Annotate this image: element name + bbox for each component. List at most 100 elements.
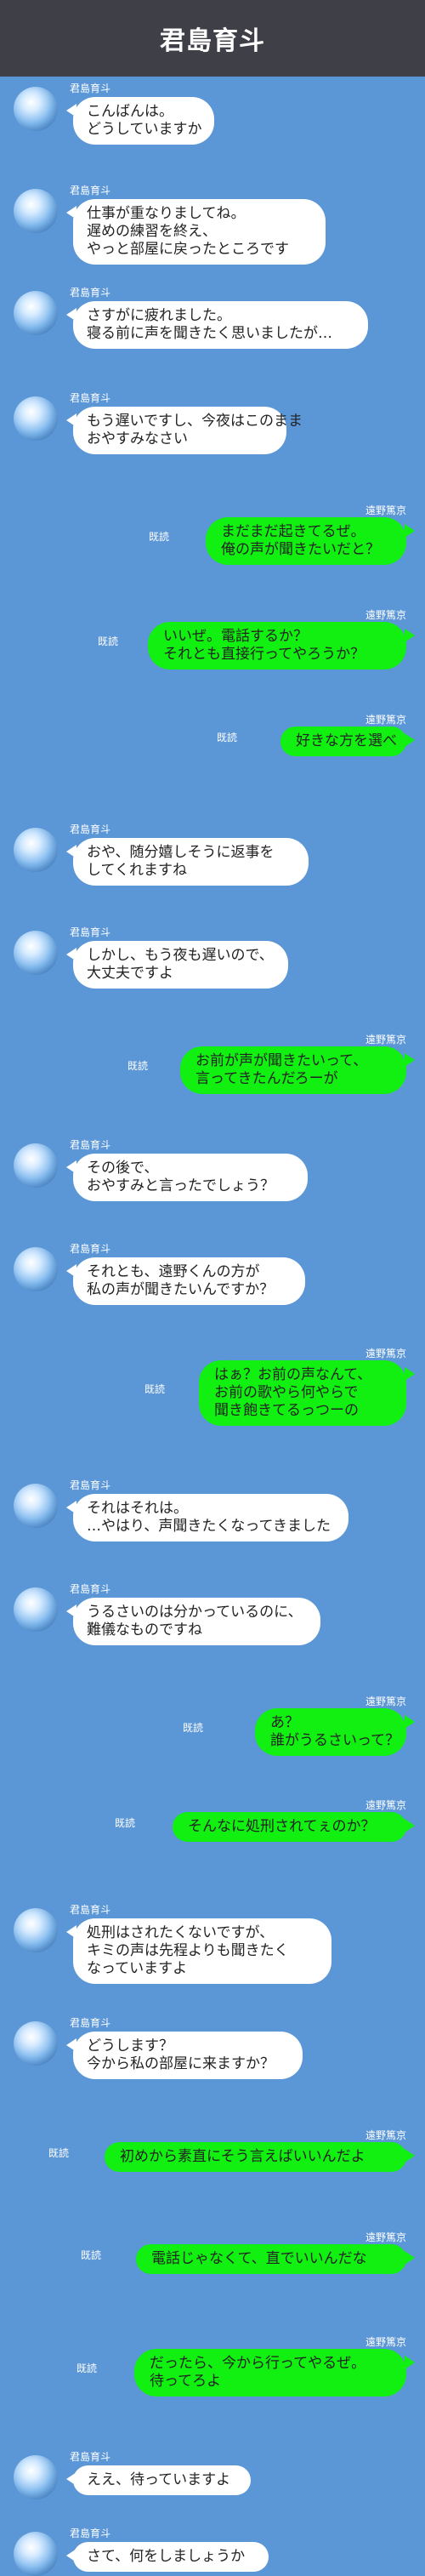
- read-receipt: 既読: [115, 1817, 136, 1829]
- message-bubble[interactable]: どうします？ 今から私の部屋に来ますか？: [66, 2032, 303, 2079]
- message-outgoing: 遠野篤京 いいぜ。電話するか？ それとも直接行ってやろうか？ 既読: [0, 603, 425, 673]
- message-bubble[interactable]: さて、何をしましょうか: [66, 2542, 269, 2572]
- read-receipt: 既読: [128, 1060, 149, 1072]
- message-bubble[interactable]: それとも、遠野くんの方が 私の声が聞きたいんですか？: [66, 1257, 305, 1305]
- read-receipt: 既読: [81, 2249, 102, 2261]
- message-incoming: 君島育斗それはそれは。 …やはり、声聞きたくなってきました: [0, 1475, 425, 1545]
- sender-name: 君島育斗: [70, 392, 111, 404]
- message-incoming: 君島育斗処刑はされたくないですが、 キミの声は先程よりも聞きたく なっていますよ: [0, 1900, 425, 1987]
- message-bubble[interactable]: ええ、待っていますよ: [66, 2465, 251, 2495]
- avatar[interactable]: [14, 189, 58, 233]
- message-incoming: 君島育斗仕事が重なりましてね。 遅めの練習を終え、 やっと部屋に戻ったところです: [0, 180, 425, 268]
- sender-name: 遠野篤京: [365, 2129, 406, 2141]
- sender-name: 君島育斗: [70, 2451, 111, 2463]
- avatar[interactable]: [14, 2021, 58, 2066]
- sender-name: 君島育斗: [70, 1139, 111, 1151]
- message-incoming: 君島育斗さて、何をしましょうか: [0, 2523, 425, 2576]
- message-incoming: 君島育斗うるさいのは分かっているのに、 難儀なものですね: [0, 1579, 425, 1649]
- sender-name: 君島育斗: [70, 2528, 111, 2539]
- message-bubble[interactable]: 処刑はされたくないですが、 キミの声は先程よりも聞きたく なっていますよ: [66, 1918, 332, 1984]
- read-receipt: 既読: [98, 635, 119, 647]
- avatar[interactable]: [14, 1247, 58, 1291]
- sender-name: 君島育斗: [70, 1904, 111, 1916]
- message-incoming: 君島育斗こんばんは。 どうしていますか: [0, 78, 425, 148]
- message-outgoing: 遠野篤京 まだまだ起きてるぜ。 俺の声が聞きたいだと？ 既読: [0, 499, 425, 568]
- sender-name: 遠野篤京: [365, 2231, 406, 2243]
- sender-name: 君島育斗: [70, 1243, 111, 1255]
- message-incoming: 君島育斗ええ、待っていますよ: [0, 2447, 425, 2499]
- chat-screen: 君島育斗 君島育斗 こんばんは。 どうしていますか 君島育斗 仕事が重なりましてね。 …: [0, 0, 425, 2576]
- sender-name: 君島育斗: [70, 1583, 111, 1595]
- avatar[interactable]: [14, 291, 58, 335]
- avatar[interactable]: [14, 1587, 58, 1632]
- read-receipt: 既読: [48, 2147, 70, 2159]
- message-bubble[interactable]: そんなに処刑されてぇのか？: [173, 1812, 415, 1842]
- message-outgoing: 遠野篤京 あ？ 誰がうるさいって？ 既読: [0, 1690, 425, 1759]
- message-outgoing: 遠野篤京 初めから素直にそう言えばいいんだよ 既読: [0, 2123, 425, 2175]
- sender-name: 君島育斗: [70, 824, 111, 835]
- sender-name: 君島育斗: [70, 926, 111, 938]
- chat-header: 君島育斗: [0, 0, 425, 77]
- chat-title: 君島育斗: [160, 26, 265, 56]
- message-bubble[interactable]: あ？ 誰がうるさいって？: [255, 1708, 415, 1756]
- message-list[interactable]: 君島育斗 こんばんは。 どうしていますか 君島育斗 仕事が重なりましてね。 遅めの練習…: [0, 77, 425, 2576]
- sender-name: 遠野篤京: [365, 1695, 406, 1707]
- message-incoming: 君島育斗どうします？ 今から私の部屋に来ますか？: [0, 2013, 425, 2083]
- read-receipt: 既読: [217, 732, 238, 744]
- message-bubble[interactable]: いいぜ。電話するか？ それとも直接行ってやろうか？: [148, 622, 415, 670]
- read-receipt: 既読: [149, 531, 170, 543]
- sender-name: 君島育斗: [70, 287, 111, 299]
- message-incoming: 君島育斗しかし、もう夜も遅いので、 大丈夫ですよ: [0, 922, 425, 992]
- message-bubble[interactable]: しかし、もう夜も遅いので、 大丈夫ですよ: [66, 941, 288, 989]
- avatar[interactable]: [14, 931, 58, 975]
- read-receipt: 既読: [76, 2362, 98, 2374]
- message-outgoing: 遠野篤京 そんなに処刑されてぇのか？ 既読: [0, 1793, 425, 1845]
- message-bubble[interactable]: その後で、 おやすみと言ったでしょう？: [66, 1154, 308, 1201]
- sender-name: 遠野篤京: [365, 504, 406, 516]
- message-incoming: 君島育斗もう遅いですし、今夜はこのまま おやすみなさい: [0, 388, 425, 458]
- avatar[interactable]: [14, 1908, 58, 1952]
- message-outgoing: 遠野篤京 はぁ？お前の声なんて、 お前の歌やら何やらで 聞き飽きてるっつーの 既読: [0, 1342, 425, 1429]
- message-bubble[interactable]: お前が声が聞きたいって、 言ってきたんだろーが: [180, 1046, 415, 1094]
- sender-name: 遠野篤京: [365, 1034, 406, 1046]
- message-bubble[interactable]: もう遅いですし、今夜はこのまま おやすみなさい: [66, 407, 303, 454]
- avatar[interactable]: [14, 1484, 58, 1528]
- message-outgoing: 遠野篤京 電話じゃなくて、直でいいんだな 既読: [0, 2226, 425, 2277]
- sender-name: 遠野篤京: [365, 714, 406, 726]
- read-receipt: 既読: [144, 1383, 166, 1395]
- sender-name: 君島育斗: [70, 1479, 111, 1491]
- message-bubble[interactable]: 電話じゃなくて、直でいいんだな: [136, 2244, 415, 2274]
- sender-name: 君島育斗: [70, 2017, 111, 2029]
- message-outgoing: 遠野篤京 好きな方を選べ 既読: [0, 708, 425, 760]
- message-incoming: 君島育斗さすがに疲れました。 寝る前に声を聞きたく思いましたが…: [0, 282, 425, 352]
- avatar[interactable]: [14, 2455, 58, 2499]
- message-outgoing: 遠野篤京 だったら、今から行ってやるぜ。 待ってろよ 既読: [0, 2330, 425, 2400]
- message-bubble[interactable]: それはそれは。 …やはり、声聞きたくなってきました: [66, 1494, 348, 1542]
- sender-name: 遠野篤京: [365, 2336, 406, 2348]
- message-bubble[interactable]: おや、随分嬉しそうに返事を してくれますね: [66, 838, 309, 886]
- message-incoming: 君島育斗おや、随分嬉しそうに返事を してくれますね: [0, 819, 425, 889]
- message-incoming: 君島育斗それとも、遠野くんの方が 私の声が聞きたいんですか？: [0, 1239, 425, 1308]
- message-bubble[interactable]: 初めから素直にそう言えばいいんだよ: [105, 2142, 415, 2172]
- sender-name: 君島育斗: [70, 185, 111, 197]
- message-bubble[interactable]: 仕事が重なりましてね。 遅めの練習を終え、 やっと部屋に戻ったところです: [66, 199, 326, 265]
- sender-name: 遠野篤京: [365, 609, 406, 621]
- avatar[interactable]: [14, 87, 58, 131]
- sender-name: 遠野篤京: [365, 1799, 406, 1811]
- avatar[interactable]: [14, 396, 58, 441]
- read-receipt: 既読: [183, 1722, 204, 1734]
- message-incoming: 君島育斗その後で、 おやすみと言ったでしょう？: [0, 1135, 425, 1205]
- message-bubble[interactable]: こんばんは。 どうしていますか: [66, 97, 214, 145]
- avatar[interactable]: [14, 1143, 58, 1188]
- message-bubble[interactable]: うるさいのは分かっているのに、 難儀なものですね: [66, 1598, 320, 1645]
- message-bubble[interactable]: さすがに疲れました。 寝る前に声を聞きたく思いましたが…: [66, 301, 368, 349]
- avatar[interactable]: [14, 2532, 58, 2576]
- message-bubble[interactable]: まだまだ起きてるぜ。 俺の声が聞きたいだと？: [206, 517, 415, 565]
- avatar[interactable]: [14, 828, 58, 872]
- message-bubble[interactable]: はぁ？お前の声なんて、 お前の歌やら何やらで 聞き飽きてるっつーの: [199, 1360, 415, 1426]
- sender-name: 遠野篤京: [365, 1348, 406, 1359]
- message-outgoing: 遠野篤京 お前が声が聞きたいって、 言ってきたんだろーが 既読: [0, 1028, 425, 1097]
- sender-name: 君島育斗: [70, 83, 111, 94]
- message-bubble[interactable]: 好きな方を選べ: [280, 727, 415, 756]
- message-bubble[interactable]: だったら、今から行ってやるぜ。 待ってろよ: [134, 2349, 415, 2396]
